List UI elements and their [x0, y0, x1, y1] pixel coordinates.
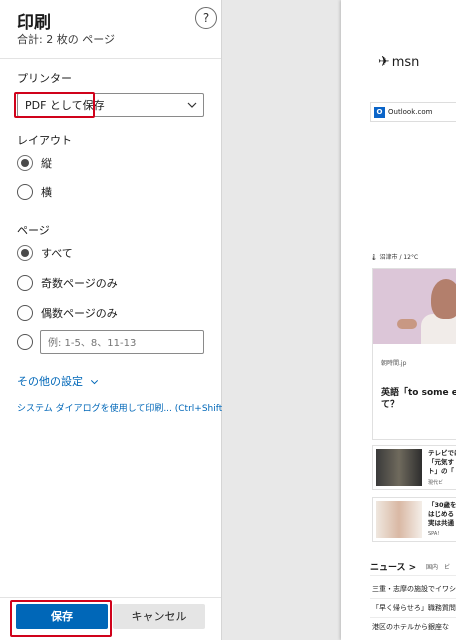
- card-title: 英語「to some ext て？: [381, 388, 456, 410]
- footer-divider: [0, 597, 221, 598]
- more-settings-label: その他の設定: [17, 375, 83, 388]
- mini-card-1: テレビでは 「元気す ト」の「 現代ビ: [372, 445, 456, 490]
- divider: [370, 598, 456, 599]
- radio-checked-icon: [17, 155, 33, 171]
- radio-label: すべて: [41, 247, 73, 260]
- weather-info: 🌡 沼津市 / 12°C: [370, 252, 418, 261]
- card-image-face: [431, 279, 456, 319]
- radio-icon: [17, 334, 33, 350]
- mini-card-2: 「30歳を はじめる 実は共通 SPA!: [372, 497, 456, 542]
- outlook-label: Outlook.com: [388, 108, 433, 116]
- weather-text: 沼津市 / 12°C: [379, 254, 419, 261]
- page-range-input[interactable]: [46, 333, 200, 354]
- print-settings-panel: 印刷 合計: 2 枚の ページ ? プリンター PDF として保存 レイアウト …: [0, 0, 239, 640]
- msn-logo: ✈ msn: [378, 54, 419, 70]
- more-settings-link[interactable]: その他の設定: [17, 373, 99, 389]
- radio-icon: [17, 305, 33, 321]
- news-card: 朝時間.jp 英語「to some ext て？: [372, 268, 456, 440]
- help-icon[interactable]: ?: [195, 7, 217, 29]
- radio-icon: [17, 275, 33, 291]
- outlook-icon: O: [374, 106, 385, 118]
- mini-card-2-source: SPA!: [428, 531, 440, 537]
- outlook-chip: O Outlook.com: [370, 102, 456, 122]
- card-source: 朝時間.jp: [381, 360, 407, 367]
- radio-checked-icon: [17, 245, 33, 261]
- card-image-hand: [397, 319, 417, 329]
- news-tabs: 国内 ビ: [426, 564, 451, 571]
- chevron-down-icon: [90, 380, 98, 385]
- highlight-box: [14, 92, 95, 118]
- news-item: 港区のホテルから銀座な: [372, 623, 449, 631]
- page-count: 合計: 2 枚の ページ: [17, 33, 115, 46]
- news-item: 三重・志摩の施設でイワシ: [372, 585, 456, 593]
- msn-logo-text: msn: [391, 55, 420, 70]
- card-image: [373, 269, 456, 344]
- radio-label: 偶数ページのみ: [41, 307, 118, 320]
- radio-label: 横: [41, 186, 52, 199]
- divider: [0, 58, 221, 59]
- mini-card-1-source: 現代ビ: [428, 480, 444, 486]
- radio-label: 奇数ページのみ: [41, 277, 118, 290]
- layout-label: レイアウト: [17, 134, 72, 147]
- mini-card-2-thumb: [376, 501, 422, 538]
- news-item: 「早く帰らせろ」職務質問: [372, 604, 456, 612]
- pages-label: ページ: [17, 224, 50, 237]
- mini-card-1-thumb: [376, 449, 422, 486]
- system-dialog-link[interactable]: システム ダイアログを使用して印刷... (Ctrl+Shift+P): [17, 401, 239, 414]
- page-range-field[interactable]: [40, 330, 204, 354]
- weather-icon: 🌡: [370, 254, 380, 261]
- cancel-button[interactable]: キャンセル: [113, 604, 205, 629]
- radio-label: 縦: [41, 157, 52, 170]
- dialog-title: 印刷: [17, 13, 51, 33]
- preview-page: ✈ msn O Outlook.com 🌡 沼津市 / 12°C 朝時間.jp 英語…: [341, 0, 456, 640]
- news-heading: ニュース >: [370, 563, 417, 573]
- radio-icon: [17, 184, 33, 200]
- divider: [370, 575, 456, 576]
- mini-card-1-text: テレビでは 「元気す ト」の「: [428, 449, 456, 475]
- divider: [370, 617, 456, 618]
- mini-card-2-text: 「30歳を はじめる 実は共通: [428, 501, 456, 527]
- chevron-down-icon: [187, 102, 197, 108]
- msn-bird-icon: ✈: [378, 54, 390, 70]
- highlight-box: [10, 600, 112, 637]
- printer-label: プリンター: [17, 72, 72, 85]
